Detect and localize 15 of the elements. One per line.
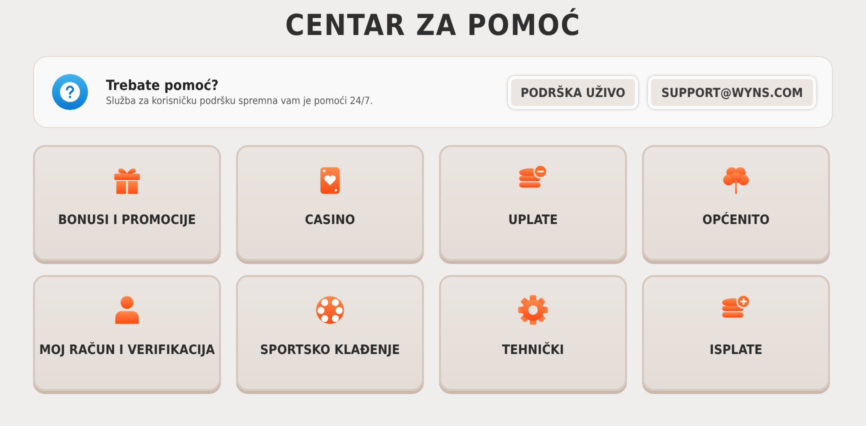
page-title: CENTAR ZA POMOĆ (284, 7, 582, 44)
help-icon (52, 74, 88, 110)
category-card[interactable]: CASINO (236, 145, 424, 261)
clover-icon (720, 164, 752, 196)
ball-icon (314, 294, 346, 326)
category-card[interactable]: UPLATE (439, 145, 627, 261)
help-heading: Trebate pomoć? (106, 78, 220, 94)
category-card[interactable]: OPĆENITO (642, 145, 830, 261)
help-description: Služba za korisničku podršku spremna vam je pomoći 24/7. (106, 96, 374, 106)
category-card[interactable]: SPORTSKO KLAĐENJE (236, 275, 424, 391)
category-card[interactable]: ISPLATE (642, 275, 830, 391)
category-card[interactable]: MOJ RAČUN I VERIFIKACIJA (33, 275, 221, 391)
category-card[interactable]: TEHNIČKI (439, 275, 627, 391)
category-card[interactable]: BONUSI I PROMOCIJE (33, 145, 221, 261)
gear-icon (517, 294, 549, 326)
